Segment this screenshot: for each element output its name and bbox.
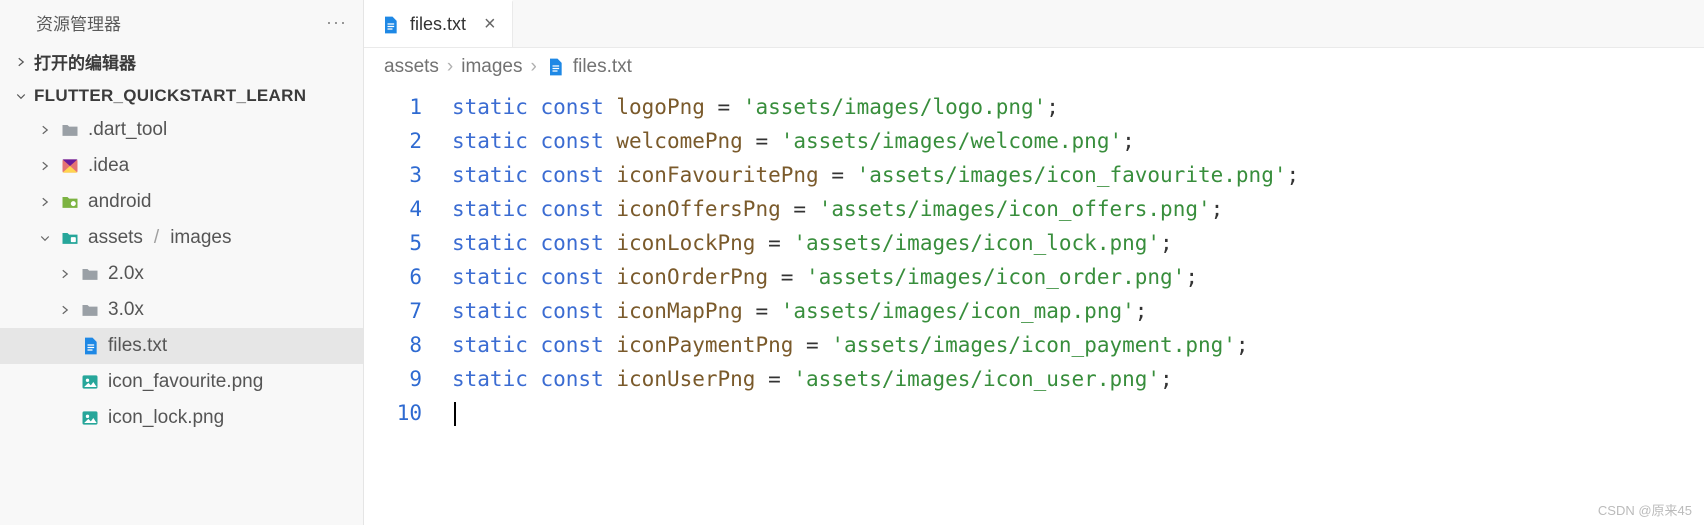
file-icon — [545, 57, 565, 77]
chevron-right-icon — [14, 55, 28, 69]
tree-item[interactable]: .dart_tool — [0, 112, 363, 148]
chevron-right-icon — [38, 123, 52, 137]
chevron-right-icon: › — [447, 56, 453, 78]
tree-item-label: 3.0x — [108, 299, 144, 321]
code-line[interactable]: static const welcomePng = 'assets/images… — [452, 124, 1299, 158]
editor-tabs: files.txt × — [364, 0, 1704, 48]
code-content[interactable]: static const logoPng = 'assets/images/lo… — [440, 86, 1299, 525]
explorer-sidebar: 资源管理器 ··· 打开的编辑器 FLUTTER_QUICKSTART_LEAR… — [0, 0, 364, 525]
folder-gray-icon — [80, 300, 100, 320]
chevron-right-icon — [38, 195, 52, 209]
chevron-down-icon — [38, 231, 52, 245]
explorer-header: 资源管理器 ··· — [0, 0, 363, 43]
more-actions-icon[interactable]: ··· — [326, 12, 347, 33]
tree-item[interactable]: 2.0x — [0, 256, 363, 292]
breadcrumb-item[interactable]: files.txt — [573, 56, 632, 78]
folder-teal-icon — [60, 228, 80, 248]
code-line[interactable]: static const iconUserPng = 'assets/image… — [452, 362, 1299, 396]
tree-item[interactable]: 3.0x — [0, 292, 363, 328]
code-line[interactable]: static const iconFavouritePng = 'assets/… — [452, 158, 1299, 192]
folder-gray-icon — [80, 264, 100, 284]
project-name: FLUTTER_QUICKSTART_LEARN — [34, 86, 306, 106]
tree-item-label: .dart_tool — [88, 119, 167, 141]
open-editors-section[interactable]: 打开的编辑器 — [0, 43, 363, 80]
tree-item-label: icon_lock.png — [108, 407, 224, 429]
code-line[interactable]: static const iconOffersPng = 'assets/ima… — [452, 192, 1299, 226]
code-line[interactable]: static const iconMapPng = 'assets/images… — [452, 294, 1299, 328]
code-line[interactable]: static const iconLockPng = 'assets/image… — [452, 226, 1299, 260]
chevron-right-icon — [58, 267, 72, 281]
text-cursor — [454, 402, 456, 426]
tree-item[interactable]: files.txt — [0, 328, 363, 364]
line-number: 10 — [364, 396, 422, 430]
line-number: 5 — [364, 226, 422, 260]
tree-item-label: 2.0x — [108, 263, 144, 285]
tree-item[interactable]: icon_lock.png — [0, 400, 363, 436]
folder-green-icon — [60, 192, 80, 212]
line-number: 1 — [364, 90, 422, 124]
file-blue-icon — [80, 336, 100, 356]
tree-item[interactable]: .idea — [0, 148, 363, 184]
line-gutter: 12345678910 — [364, 86, 440, 525]
watermark: CSDN @原来45 — [1598, 500, 1692, 519]
tab-label: files.txt — [410, 14, 466, 35]
chevron-down-icon — [14, 89, 28, 103]
tree-item-label: files.txt — [108, 335, 167, 357]
breadcrumbs[interactable]: assets › images › files.txt — [364, 48, 1704, 86]
folder-gray-icon — [60, 120, 80, 140]
tree-item-label: icon_favourite.png — [108, 371, 263, 393]
close-icon[interactable]: × — [484, 13, 496, 36]
path-separator: / — [154, 227, 159, 249]
code-line[interactable]: static const logoPng = 'assets/images/lo… — [452, 90, 1299, 124]
line-number: 3 — [364, 158, 422, 192]
editor-area: files.txt × assets › images › files.txt … — [364, 0, 1704, 525]
tree-item-label: android — [88, 191, 151, 213]
line-number: 7 — [364, 294, 422, 328]
code-line[interactable]: static const iconPaymentPng = 'assets/im… — [452, 328, 1299, 362]
breadcrumb-item[interactable]: assets — [384, 56, 439, 78]
tree-item[interactable]: icon_favourite.png — [0, 364, 363, 400]
code-line[interactable] — [452, 396, 1299, 430]
line-number: 2 — [364, 124, 422, 158]
tree-item-suffix: images — [170, 227, 231, 249]
line-number: 9 — [364, 362, 422, 396]
idea-icon — [60, 156, 80, 176]
image-teal-icon — [80, 372, 100, 392]
tree-item-label: .idea — [88, 155, 129, 177]
line-number: 6 — [364, 260, 422, 294]
tree-item-label: assets — [88, 227, 143, 249]
breadcrumb-item[interactable]: images — [461, 56, 522, 78]
line-number: 4 — [364, 192, 422, 226]
explorer-title: 资源管理器 — [36, 10, 121, 35]
file-icon — [380, 15, 400, 35]
tab-files-txt[interactable]: files.txt × — [364, 0, 513, 47]
file-tree: .dart_tool .idea android assets / images 2.0x 3… — [0, 112, 363, 436]
chevron-right-icon — [58, 303, 72, 317]
chevron-right-icon — [38, 159, 52, 173]
tree-item[interactable]: assets / images — [0, 220, 363, 256]
code-line[interactable]: static const iconOrderPng = 'assets/imag… — [452, 260, 1299, 294]
code-editor[interactable]: 12345678910 static const logoPng = 'asse… — [364, 86, 1704, 525]
project-section[interactable]: FLUTTER_QUICKSTART_LEARN — [0, 80, 363, 112]
chevron-right-icon: › — [531, 56, 537, 78]
tree-item[interactable]: android — [0, 184, 363, 220]
line-number: 8 — [364, 328, 422, 362]
open-editors-label: 打开的编辑器 — [34, 49, 136, 74]
image-teal-icon — [80, 408, 100, 428]
